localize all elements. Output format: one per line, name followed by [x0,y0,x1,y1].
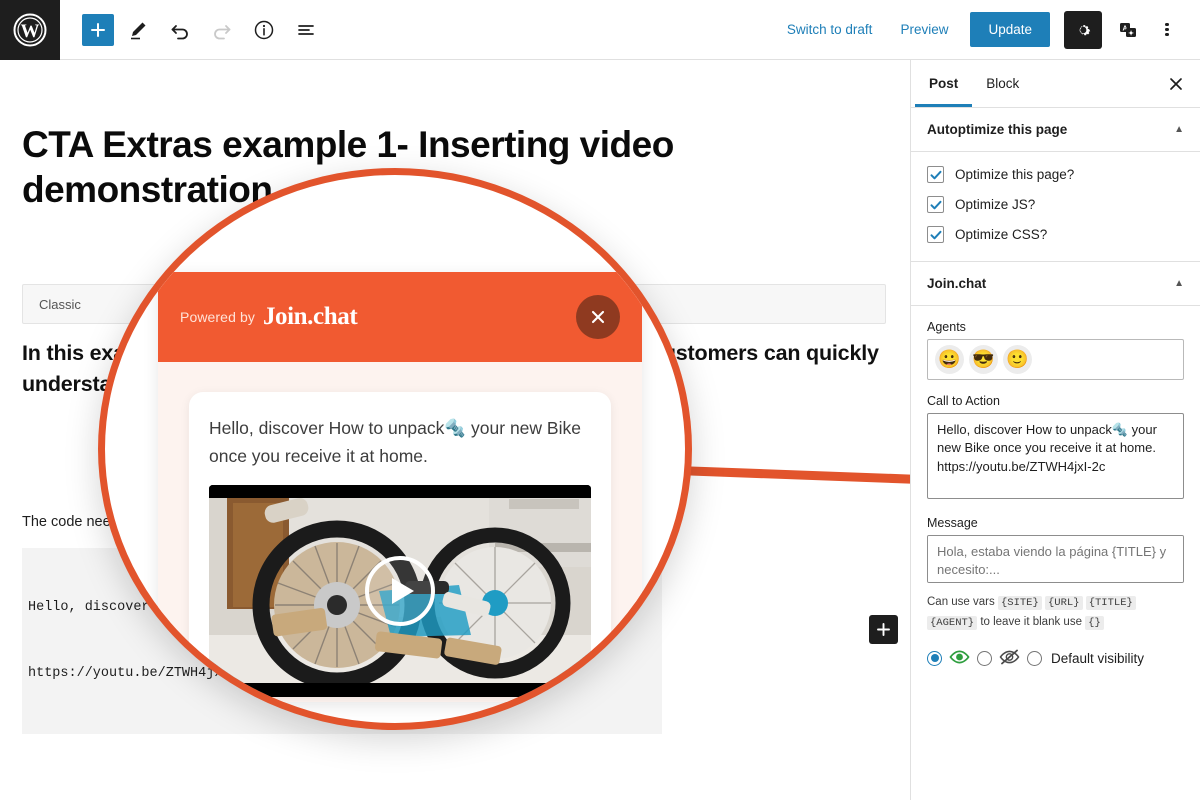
panel-header-autoptimize[interactable]: Autoptimize this page ▲ [911,108,1200,152]
panel-body-joinchat: Agents 😀 😎 🙂 Call to Action Message Can … [911,306,1200,668]
switch-to-draft-button[interactable]: Switch to draft [775,14,885,45]
powered-by-label: Powered by [180,309,255,325]
preview-button[interactable]: Preview [888,14,960,45]
avatar[interactable]: 😎 [969,345,998,374]
panel-title: Autoptimize this page [927,122,1068,137]
avatar[interactable]: 😀 [935,345,964,374]
undo-arrow-icon[interactable] [162,12,198,48]
optimize-css-checkbox[interactable] [927,226,944,243]
vars-hint-before: Can use vars [927,596,995,608]
svg-text:W: W [21,21,40,42]
wordpress-logo-icon[interactable]: W [0,0,60,60]
wordpress-block-editor: W Switch to draft Preview Update A ✦ CTA… [0,0,1200,800]
vars-hint: Can use vars {SITE} {URL} {TITLE} {AGENT… [927,593,1184,633]
video-thumbnail[interactable] [209,484,591,697]
tab-block[interactable]: Block [972,60,1033,107]
vars-hint-after: to leave it blank use [980,615,1082,628]
chat-message-bubble: Hello, discover How to unpack🔩 your new … [189,392,611,697]
panel-header-joinchat[interactable]: Join.chat ▲ [911,262,1200,306]
settings-sidebar: Post Block Autoptimize this page ▲ Optim… [910,60,1200,800]
agents-label: Agents [927,320,966,334]
block-inserter-button[interactable] [869,615,898,644]
call-to-action-textarea[interactable] [927,413,1184,499]
editor-toolbar: W Switch to draft Preview Update A ✦ [0,0,1200,60]
agents-field[interactable]: 😀 😎 🙂 [927,339,1184,380]
redo-arrow-icon[interactable] [204,12,240,48]
add-block-button[interactable] [82,13,114,46]
avatar[interactable]: 🙂 [1003,345,1032,374]
tab-post[interactable]: Post [915,60,973,107]
close-x-icon[interactable] [576,295,620,339]
edit-mode-pencil-icon[interactable] [120,12,156,48]
visibility-show-radio[interactable] [927,650,942,666]
optimize-js-checkbox[interactable] [927,196,944,213]
checkbox-label: Optimize JS? [955,197,1036,212]
chevron-up-icon: ▲ [1174,124,1184,135]
var-chip-empty: {} [1085,615,1104,630]
joinchat-widget-preview: Powered by Join.chat Hello, discover How… [158,272,642,702]
panel-body-autoptimize: Optimize this page? Optimize JS? Optimiz… [911,152,1200,262]
block-type-label: Classic [39,296,81,312]
panel-title: Join.chat [927,276,987,291]
eye-hidden-icon [999,649,1020,668]
joinchat-brand-logo: Join.chat [262,303,358,330]
translate-icon[interactable]: A ✦ [1110,12,1146,48]
toolbar-left-tools [60,12,324,48]
close-sidebar-icon[interactable] [1156,64,1196,104]
eye-visible-icon [949,649,970,668]
list-view-icon[interactable] [288,12,324,48]
magnifier-callout: Powered by Join.chat Hello, discover How… [98,168,692,730]
var-chip-title: {TITLE} [1085,596,1136,610]
checkbox-row[interactable]: Optimize CSS? [927,226,1184,243]
checkbox-row[interactable]: Optimize JS? [927,196,1184,213]
checkbox-label: Optimize CSS? [955,227,1048,242]
visibility-radio-group: Default visibility [927,649,1184,668]
var-chip-url: {URL} [1044,596,1083,610]
visibility-default-radio[interactable] [1027,650,1042,666]
var-chip-site: {SITE} [997,596,1042,610]
chat-bubble-text: Hello, discover How to unpack🔩 your new … [209,418,581,467]
message-textarea[interactable] [927,535,1184,583]
joinchat-header: Powered by Join.chat [158,272,642,362]
play-button-icon[interactable] [365,555,435,626]
svg-text:✦: ✦ [1128,29,1134,37]
optimize-page-checkbox[interactable] [927,166,944,183]
visibility-default-label: Default visibility [1051,650,1145,666]
message-label: Message [927,516,978,530]
call-to-action-label: Call to Action [927,394,1000,408]
gear-icon[interactable] [1064,10,1102,49]
info-circle-icon[interactable] [246,12,282,48]
var-chip-agent: {AGENT} [927,615,978,630]
sidebar-tabs: Post Block [911,60,1200,108]
checkbox-row[interactable]: Optimize this page? [927,166,1184,183]
kebab-menu-icon[interactable] [1150,12,1184,48]
toolbar-right-actions: Switch to draft Preview Update A ✦ [775,10,1200,49]
chevron-up-icon: ▲ [1174,278,1184,289]
visibility-hide-radio[interactable] [977,650,992,666]
update-button[interactable]: Update [970,12,1050,47]
checkbox-label: Optimize this page? [955,167,1075,182]
